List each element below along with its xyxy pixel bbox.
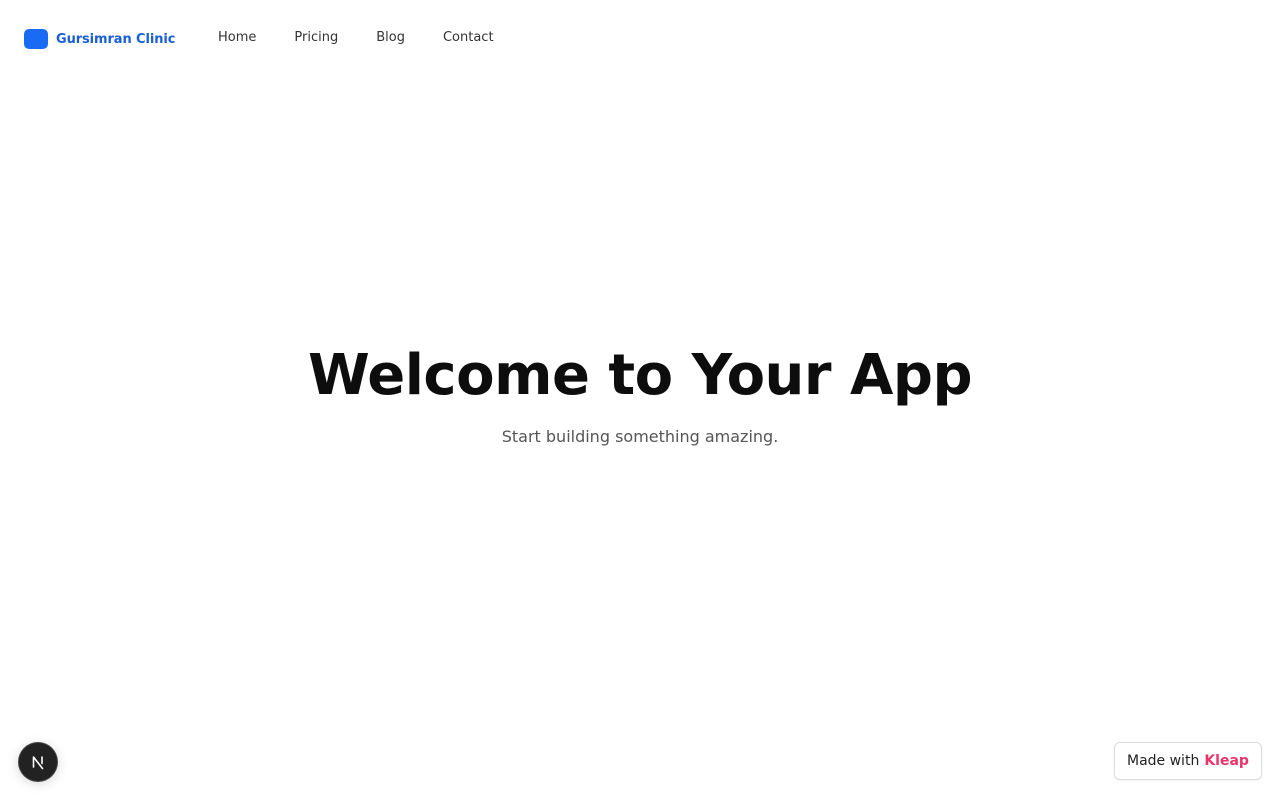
- hero-subtitle: Start building something amazing.: [501, 427, 779, 446]
- hero-title: Welcome to Your App: [307, 343, 973, 408]
- site-header: Gursimran Clinic Home Pricing Blog Conta…: [0, 0, 1280, 78]
- nav-link-blog[interactable]: Blog: [376, 29, 405, 47]
- brand-link[interactable]: Gursimran Clinic: [24, 29, 175, 49]
- nav-link-home[interactable]: Home: [218, 29, 256, 47]
- made-with-badge[interactable]: Made with Kleap: [1114, 742, 1262, 780]
- page: Gursimran Clinic Home Pricing Blog Conta…: [0, 0, 1280, 800]
- dev-indicator-button[interactable]: [19, 743, 57, 781]
- brand-logo-icon: [24, 29, 48, 49]
- nav-link-contact[interactable]: Contact: [443, 29, 494, 47]
- made-with-brand: Kleap: [1204, 753, 1249, 769]
- main-nav: Home Pricing Blog Contact: [218, 29, 494, 47]
- next-logo-icon: [32, 756, 44, 770]
- brand-name: Gursimran Clinic: [56, 31, 176, 47]
- made-with-label: Made with: [1127, 753, 1200, 769]
- nav-link-pricing[interactable]: Pricing: [294, 29, 338, 47]
- hero-section: Welcome to Your App Start building somet…: [0, 340, 1280, 448]
